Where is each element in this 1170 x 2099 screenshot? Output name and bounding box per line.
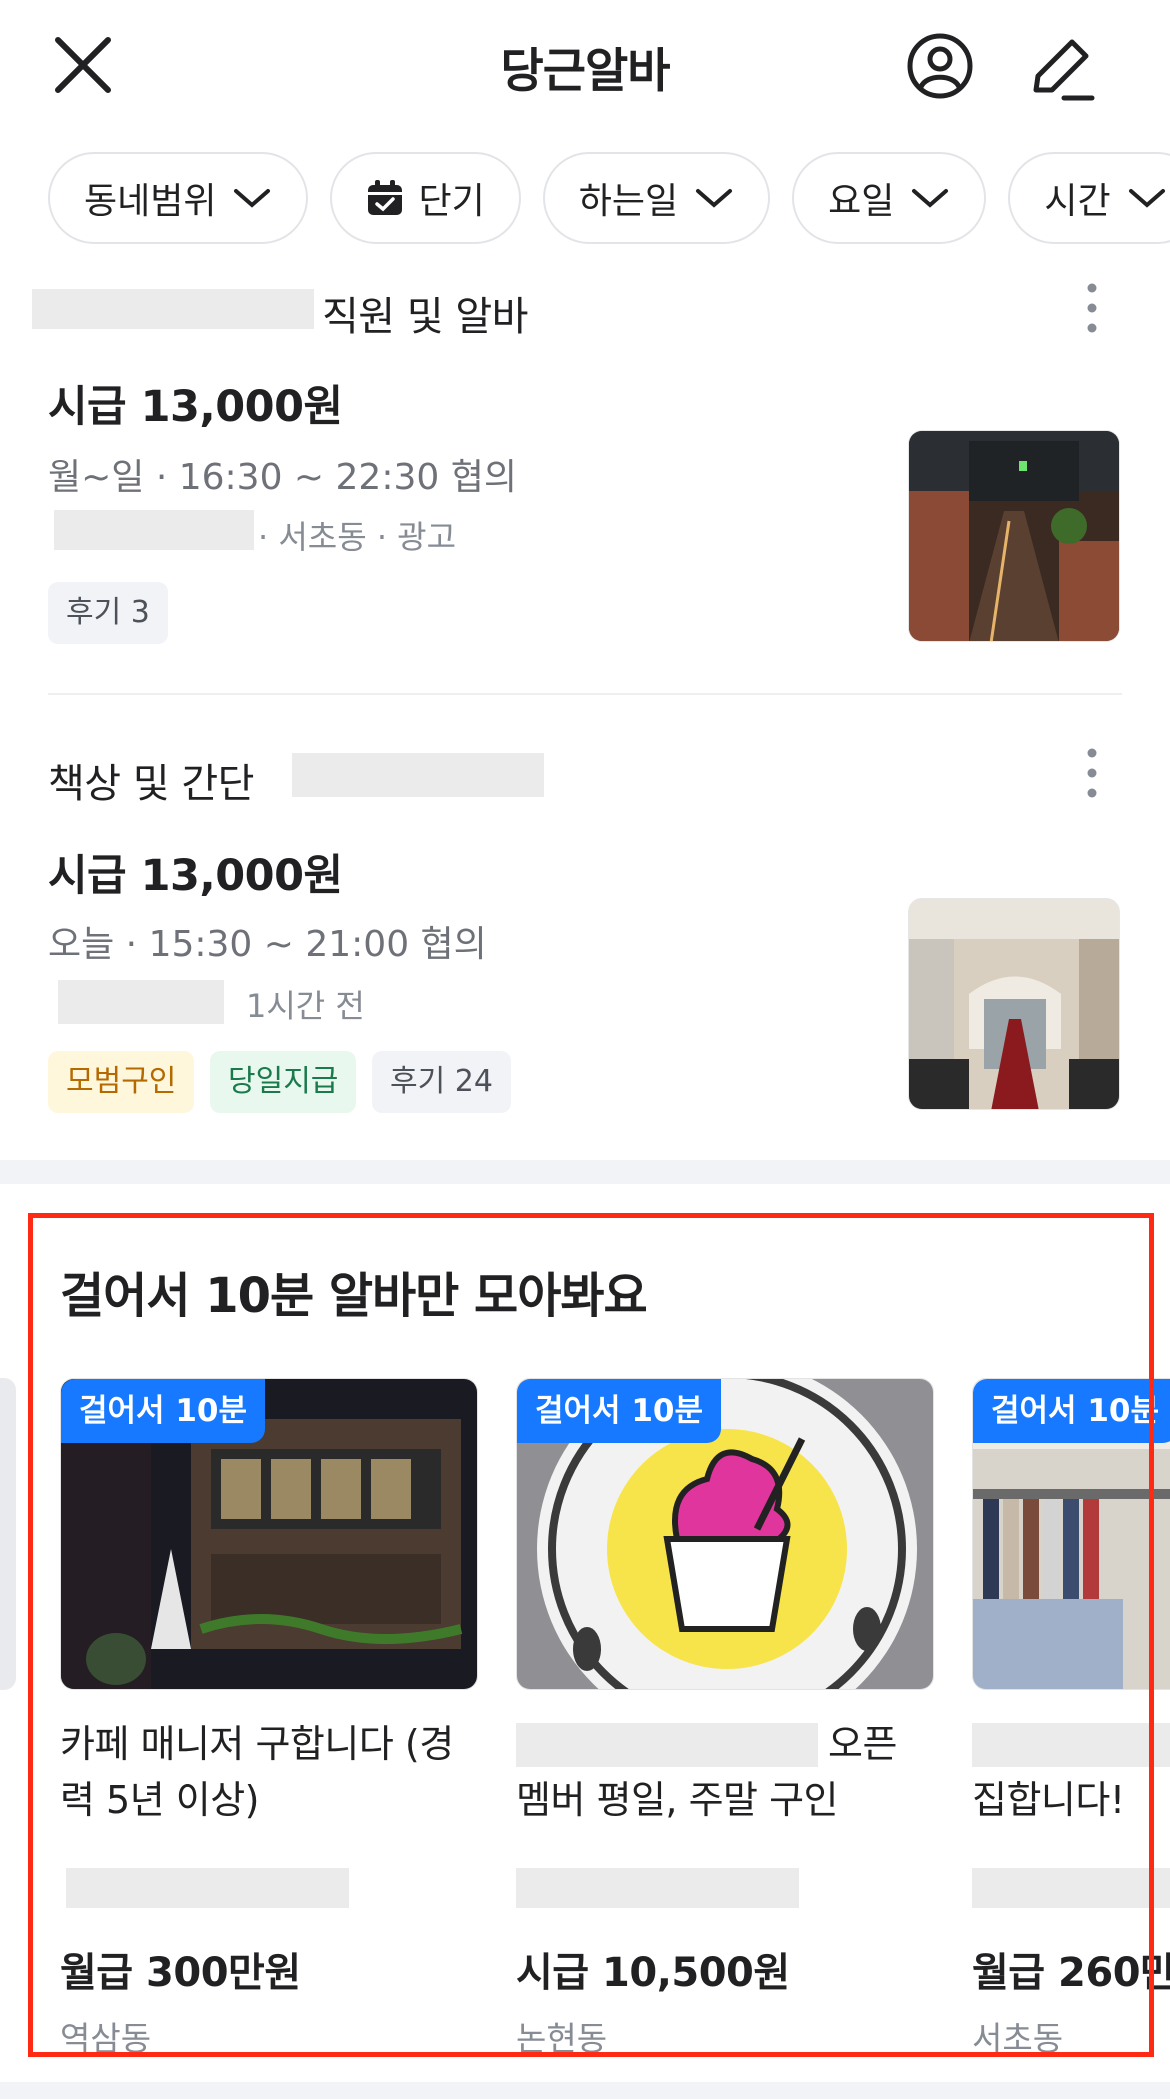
more-options-icon[interactable]: [1080, 745, 1104, 801]
review-badge: 후기 3: [48, 582, 168, 644]
job-thumbnail: [908, 898, 1120, 1110]
job-meta: · 서초동 · 광고: [258, 518, 457, 556]
job-list-item[interactable]: 직원 및 알바 시급 13,000원 월~일 · 16:30 ~ 22:30 협…: [0, 0, 1170, 693]
job-pay: 시급 13,000원: [48, 851, 343, 901]
redacted-text: [32, 289, 314, 329]
same-day-pay-badge: 당일지급: [210, 1051, 357, 1113]
job-thumbnail: [908, 430, 1120, 642]
job-list-item[interactable]: 책상 및 간단 시급 13,000원 오늘 · 15:30 ~ 21:00 협의…: [0, 695, 1170, 1160]
more-options-icon[interactable]: [1080, 280, 1104, 336]
highlight-box: [28, 1213, 1154, 2057]
section-separator: [0, 1160, 1170, 1184]
bottom-separator: [0, 2082, 1170, 2099]
model-employer-badge: 모범구인: [48, 1051, 195, 1113]
redacted-text: [58, 980, 224, 1024]
job-schedule: 월~일 · 16:30 ~ 22:30 협의: [48, 457, 517, 498]
job-title: 직원 및 알바: [322, 294, 528, 340]
job-title: 책상 및 간단: [48, 761, 254, 807]
job-schedule: 오늘 · 15:30 ~ 21:00 협의: [48, 924, 487, 965]
redacted-text: [292, 753, 544, 797]
prev-card-edge: [0, 1378, 16, 1690]
job-pay: 시급 13,000원: [48, 382, 343, 432]
job-meta: 1시간 전: [246, 987, 365, 1025]
redacted-text: [54, 510, 254, 550]
review-badge: 후기 24: [372, 1051, 511, 1113]
